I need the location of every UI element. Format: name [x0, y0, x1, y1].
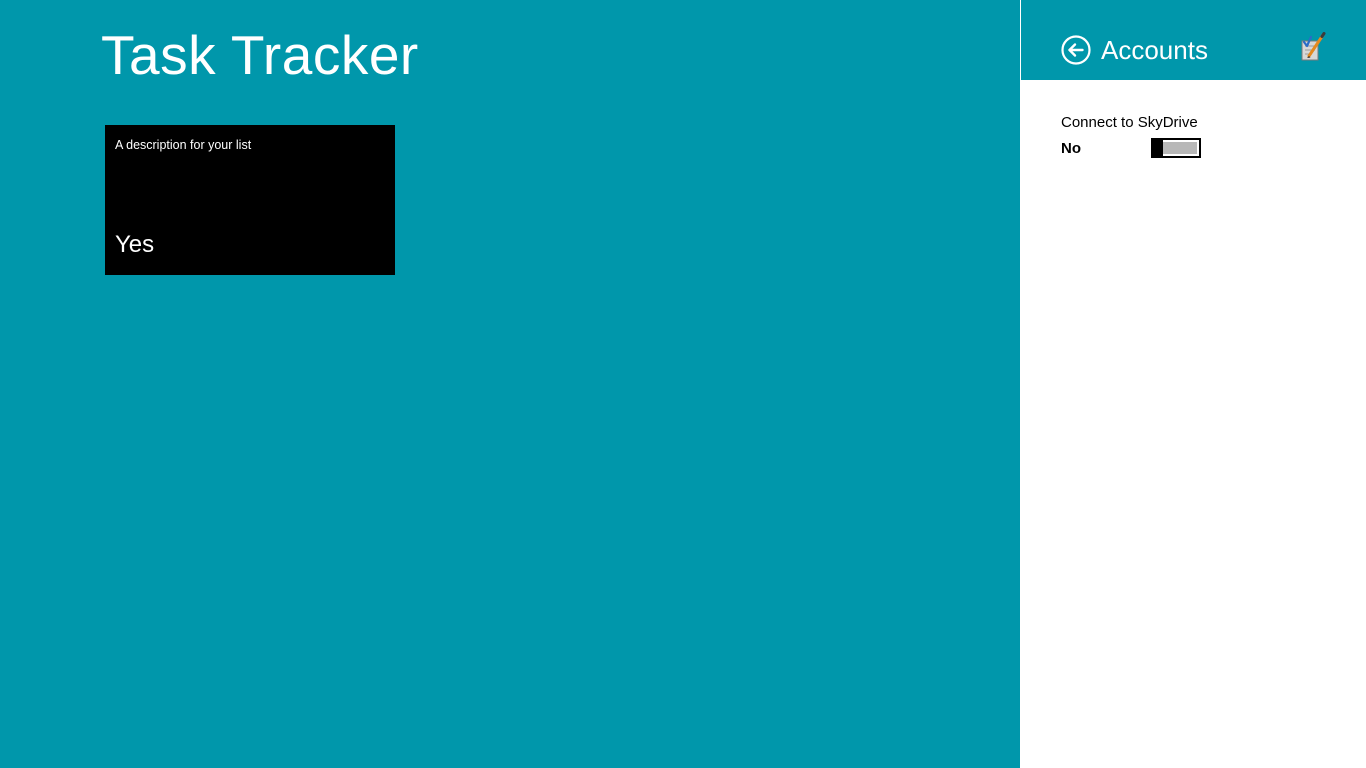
toggle-thumb[interactable] [1153, 140, 1163, 156]
accounts-settings-flyout: Accounts Connect to SkyDrive No [1020, 0, 1366, 768]
app-canvas: Task Tracker A description for your list… [0, 0, 1020, 768]
app-title: Task Tracker [101, 24, 419, 86]
app-logo-icon [1298, 32, 1326, 62]
skydrive-toggle-state: No [1061, 140, 1081, 157]
back-button[interactable] [1061, 35, 1091, 65]
skydrive-setting-label: Connect to SkyDrive [1061, 114, 1198, 131]
skydrive-toggle[interactable] [1151, 138, 1201, 158]
flyout-title: Accounts [1101, 35, 1208, 65]
flyout-header: Accounts [1021, 0, 1366, 80]
toggle-track [1162, 142, 1197, 154]
back-arrow-circle-icon [1061, 35, 1091, 65]
tile-description: A description for your list [115, 138, 252, 152]
tile-value: Yes [115, 231, 155, 258]
list-tile[interactable]: A description for your list Yes [105, 125, 395, 275]
